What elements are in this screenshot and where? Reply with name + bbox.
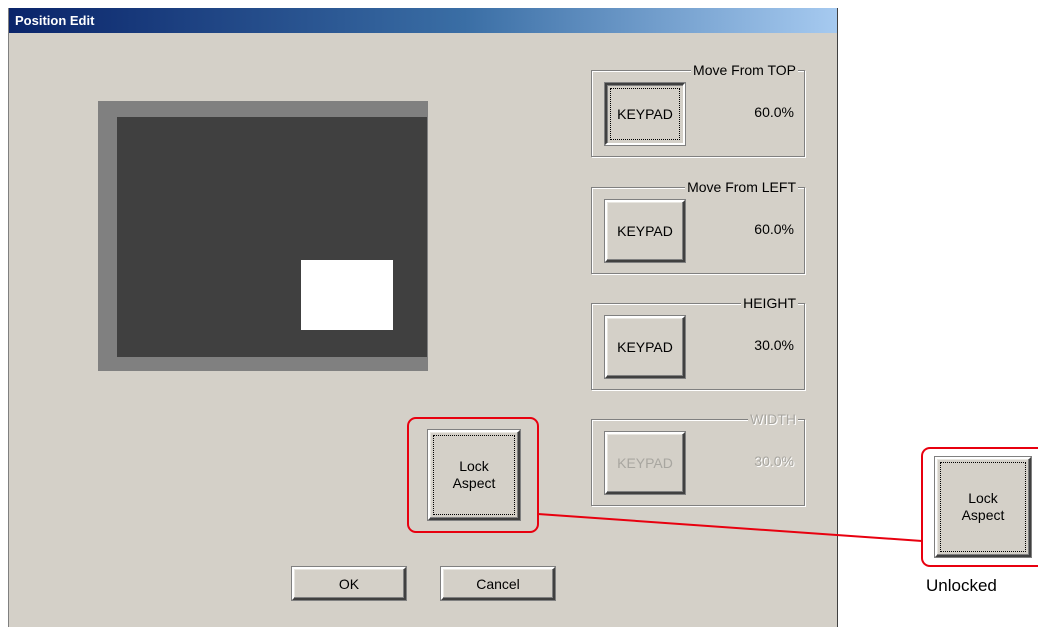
callout-connector-line: [537, 513, 923, 542]
unlocked-lock-line1: Lock: [968, 490, 998, 506]
unlocked-state-label: Unlocked: [926, 576, 997, 595]
lock-aspect-unlocked-button: Lock Aspect: [935, 457, 1031, 557]
unlocked-lock-text: Lock Aspect: [962, 490, 1005, 524]
unlocked-lock-line2: Aspect: [961, 507, 1005, 523]
